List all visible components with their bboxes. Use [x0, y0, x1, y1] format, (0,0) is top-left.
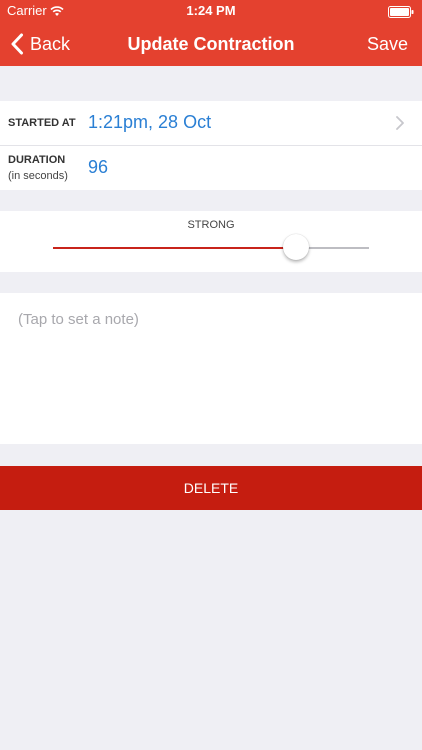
intensity-slider-fill — [53, 247, 297, 249]
save-button[interactable]: Save — [367, 22, 408, 66]
note-placeholder: (Tap to set a note) — [18, 311, 139, 328]
status-time: 1:24 PM — [186, 3, 236, 18]
header: Carrier 1:24 PM Back Update Contraction … — [0, 0, 422, 66]
started-at-label: STARTED AT — [8, 117, 76, 129]
status-bar: Carrier 1:24 PM — [0, 0, 422, 22]
navigation-bar: Back Update Contraction Save — [0, 22, 422, 66]
battery-icon — [388, 5, 414, 18]
started-at-row[interactable]: STARTED AT 1:21pm, 28 Oct — [0, 101, 422, 146]
intensity-slider-thumb[interactable] — [283, 234, 310, 260]
duration-row[interactable]: DURATION (in seconds) 96 — [0, 146, 422, 190]
duration-sublabel: (in seconds) — [8, 170, 68, 182]
delete-button[interactable]: DELETE — [0, 466, 422, 510]
chevron-right-icon — [396, 116, 404, 130]
page-title: Update Contraction — [127, 34, 295, 54]
intensity-slider[interactable] — [53, 234, 369, 260]
duration-label: DURATION — [8, 154, 66, 166]
duration-value: 96 — [88, 157, 109, 177]
started-at-value: 1:21pm, 28 Oct — [88, 112, 212, 132]
contraction-details: STARTED AT 1:21pm, 28 Oct DURATION (in s… — [0, 101, 422, 190]
intensity-label: STRONG — [187, 219, 235, 231]
note-field[interactable]: (Tap to set a note) — [0, 293, 422, 444]
intensity-section: STRONG — [0, 211, 422, 272]
